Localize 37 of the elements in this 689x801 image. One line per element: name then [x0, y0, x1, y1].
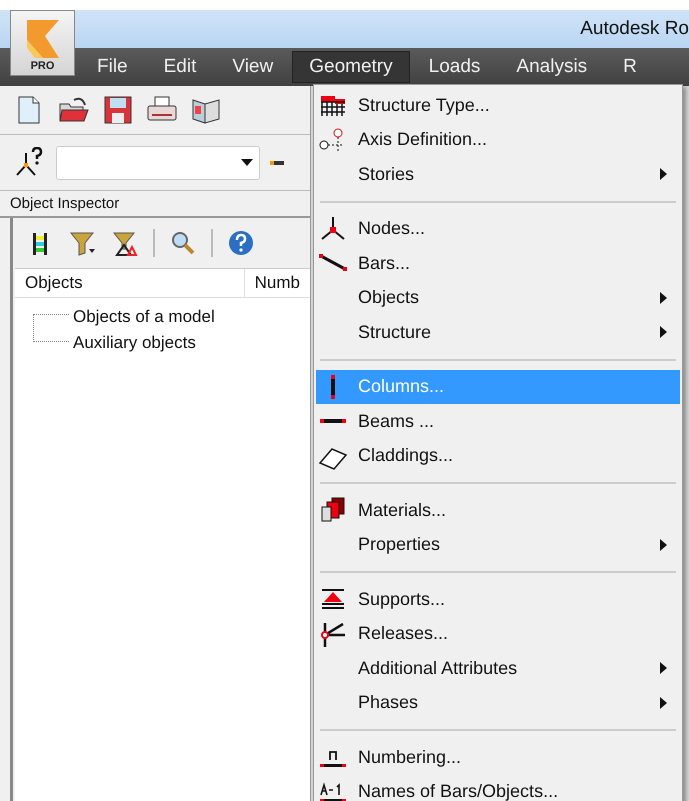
menu-item[interactable]: Numbering... — [316, 740, 680, 774]
menu-item[interactable]: Additional Attributes — [316, 651, 680, 686]
tree-lines — [33, 314, 69, 342]
menu-item[interactable]: Supports... — [316, 582, 680, 616]
tree-item[interactable]: Auxiliary objects — [33, 330, 310, 356]
menu-item[interactable]: Materials... — [316, 493, 680, 528]
menu-item[interactable]: Beams ... — [316, 404, 680, 438]
columns-icon — [331, 374, 335, 399]
beams-icon — [320, 419, 346, 424]
menu-item[interactable]: Nodes... — [316, 212, 680, 246]
menu-item[interactable]: Objects — [316, 280, 680, 315]
column-header[interactable]: Numb — [244, 269, 310, 297]
menu-item[interactable]: Properties — [316, 528, 680, 562]
help-icon[interactable] — [227, 229, 255, 257]
menu-item[interactable]: Structure Type... — [316, 88, 680, 122]
menu-item[interactable]: Names of Bars/Objects... — [316, 774, 680, 801]
menu-item[interactable]: Loads — [412, 51, 498, 83]
menu-item[interactable]: View — [215, 51, 290, 83]
menu-item[interactable]: Bars... — [316, 246, 680, 280]
bar-icon[interactable] — [270, 158, 284, 166]
menu-item[interactable]: Stories — [316, 157, 680, 192]
menu-item[interactable]: Claddings... — [316, 438, 680, 473]
app-button[interactable]: PRO — [10, 10, 75, 76]
menu-item[interactable]: R — [606, 51, 654, 83]
menu-item[interactable]: File — [80, 51, 145, 83]
menu-item[interactable]: Axis Definition... — [316, 122, 680, 157]
menu-item[interactable]: Analysis — [499, 51, 604, 83]
menu-item[interactable]: Structure — [316, 315, 680, 350]
tree-item[interactable]: Objects of a model — [33, 304, 310, 330]
menu-item[interactable]: Releases... — [316, 616, 680, 651]
column-header[interactable]: Objects — [15, 269, 245, 297]
window-title: Autodesk Ro — [580, 18, 689, 40]
menu-item[interactable]: Phases — [316, 686, 680, 720]
menu-item[interactable]: Edit — [146, 51, 214, 83]
save-icon[interactable] — [102, 94, 134, 126]
menu-item[interactable]: Geometry — [292, 51, 410, 83]
search-icon[interactable] — [169, 229, 197, 257]
